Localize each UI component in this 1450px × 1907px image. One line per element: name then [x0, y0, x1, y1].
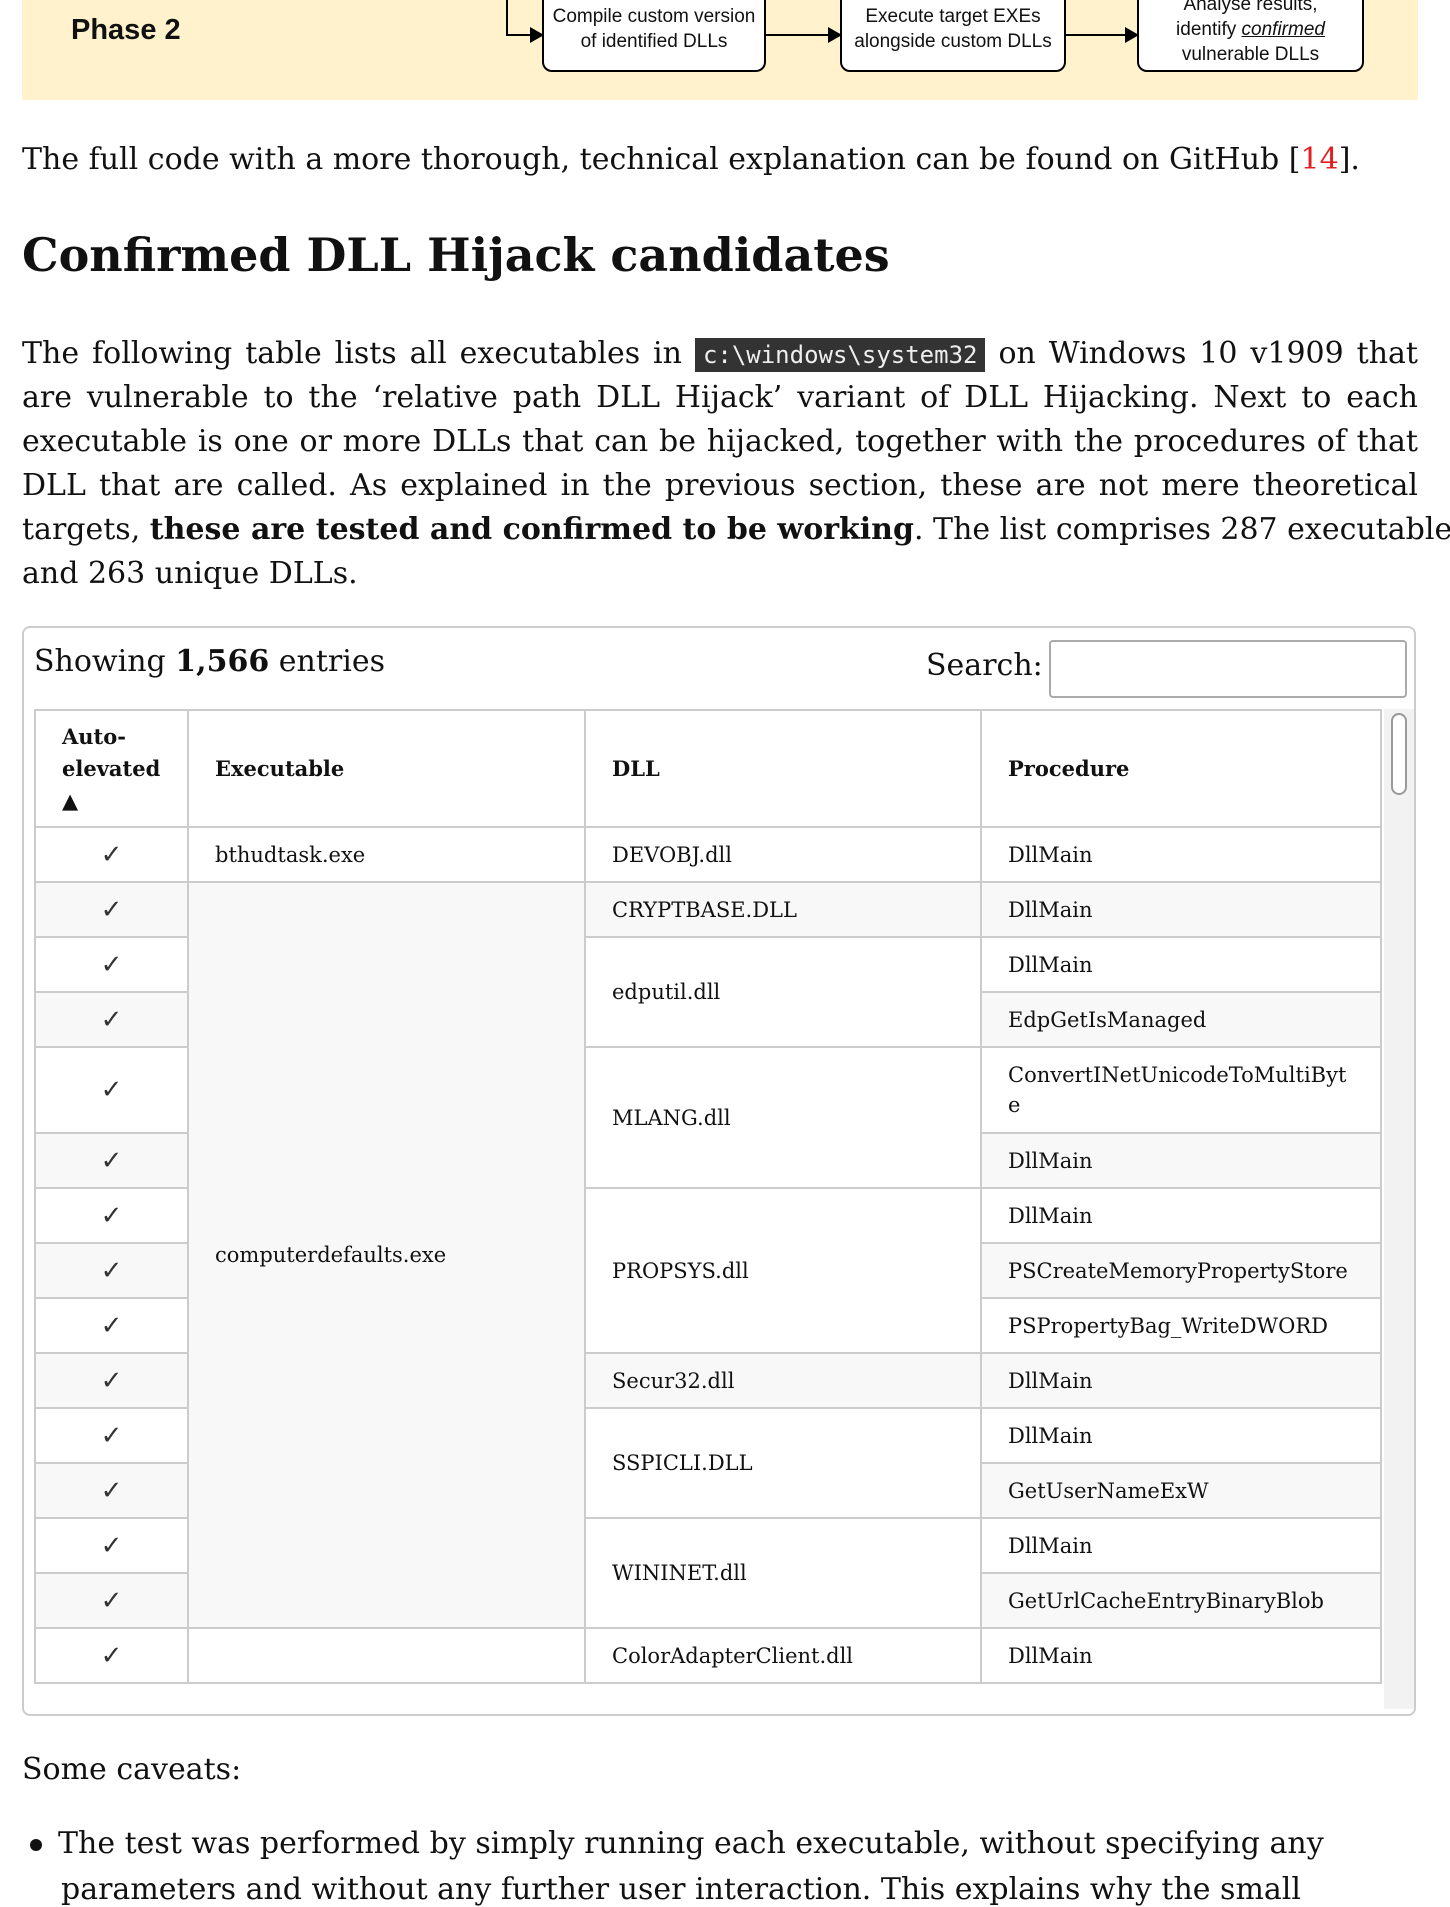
table-row: ✓ bthudtask.exe DEVOBJ.dll DllMain: [34, 826, 1382, 883]
check-icon: ✓: [34, 1352, 189, 1409]
dll-cell: WININET.dll: [584, 1517, 982, 1629]
check-icon: ✓: [34, 1572, 189, 1629]
procedure-cell: DllMain: [980, 1187, 1382, 1244]
step-text: identify: [1176, 18, 1242, 40]
table-row: ✓ ColorAdapterClient.dll DllMain: [34, 1627, 1382, 1684]
check-icon: ✓: [34, 1627, 189, 1684]
table-row: ✓ computerdefaults.exe CRYPTBASE.DLL DllMai…: [34, 881, 1382, 1629]
description-paragraph: The following table lists all executable…: [22, 332, 1450, 596]
text-line: and 263 unique DLLs.: [22, 556, 358, 591]
intro-paragraph: The full code with a more thorough, tech…: [22, 142, 1418, 177]
caveats-heading: Some caveats:: [22, 1752, 242, 1787]
text-line: The following table lists all executable…: [22, 336, 1418, 372]
procedure-cell: DllMain: [980, 1517, 1382, 1574]
dll-cell: PROPSYS.dll: [584, 1187, 982, 1354]
text-line: executable is one or more DLLs that can …: [22, 424, 1418, 459]
arrow-icon: [1066, 27, 1139, 43]
check-icon: ✓: [34, 1046, 189, 1134]
dll-cell: DEVOBJ.dll: [584, 826, 982, 883]
check-icon: ✓: [34, 991, 189, 1048]
step-text: of identified DLLs: [580, 31, 728, 52]
step-text: alongside custom DLLs: [854, 31, 1052, 52]
dll-cell: edputil.dll: [584, 936, 982, 1048]
text-line: are vulnerable to the ‘relative path DLL…: [22, 380, 1418, 415]
procedure-cell: PSPropertyBag_WriteDWORD: [980, 1297, 1382, 1354]
arrow-icon: [506, 27, 544, 43]
step-text: vulnerable DLLs: [1181, 43, 1320, 65]
intro-end: ].: [1338, 142, 1360, 177]
procedure-cell: DllMain: [980, 936, 1382, 993]
procedure-cell: GetUrlCacheEntryBinaryBlob: [980, 1572, 1382, 1629]
check-icon: ✓: [34, 826, 189, 883]
flow-step-execute: Execute target EXEs alongside custom DLLs: [840, 0, 1066, 72]
arrow-icon: [766, 27, 842, 43]
procedure-cell: PSCreateMemoryPropertyStore: [980, 1242, 1382, 1299]
procedure-cell: ConvertINetUnicodeToMultiByte: [980, 1046, 1382, 1134]
bullet-icon: [30, 1839, 42, 1851]
caveat-list-item: The test was performed by simply running…: [30, 1826, 1324, 1861]
intro-text: The full code with a more thorough, tech…: [22, 142, 1301, 177]
procedure-cell: DllMain: [980, 1407, 1382, 1464]
check-icon: ✓: [34, 1462, 189, 1519]
text-line: targets, these are tested and confirmed …: [22, 512, 1450, 547]
step-emphasis: confirmed: [1241, 18, 1325, 40]
procedure-cell: DllMain: [980, 1627, 1382, 1684]
flow-connector: [506, 0, 508, 36]
dll-cell: MLANG.dll: [584, 1046, 982, 1189]
procedure-cell: DllMain: [980, 826, 1382, 883]
procedure-cell: DllMain: [980, 1352, 1382, 1409]
dll-cell: ColorAdapterClient.dll: [584, 1627, 982, 1684]
reference-link[interactable]: 14: [1301, 142, 1339, 177]
check-icon: ✓: [34, 881, 189, 938]
sort-ascending-icon: ▲: [62, 787, 79, 813]
check-icon: ✓: [34, 1517, 189, 1574]
dll-cell: SSPICLI.DLL: [584, 1407, 982, 1519]
check-icon: ✓: [34, 1187, 189, 1244]
check-icon: ✓: [34, 1132, 189, 1189]
column-header-executable[interactable]: Executable: [187, 709, 586, 828]
caveat-text-continued: parameters and without any further user …: [61, 1872, 1301, 1907]
check-icon: ✓: [34, 1297, 189, 1354]
dll-hijack-table-widget: Showing 1,566 entries Search: Auto-eleva…: [22, 626, 1416, 1716]
code-path: c:\windows\system32: [694, 338, 986, 372]
hijack-table: Auto-elevated ▲ Executable DLL Procedure …: [34, 709, 1382, 1684]
step-text: Analyse results,: [1183, 0, 1318, 15]
column-header-procedure[interactable]: Procedure: [980, 709, 1382, 828]
column-header-auto-elevated[interactable]: Auto-elevated ▲: [34, 709, 189, 828]
check-icon: ✓: [34, 1242, 189, 1299]
executable-cell: bthudtask.exe: [187, 826, 586, 883]
step-text: Execute target EXEs: [865, 6, 1041, 27]
entries-count: Showing 1,566 entries: [34, 644, 385, 679]
search-label: Search:: [926, 648, 1043, 683]
text-line: DLL that are called. As explained in the…: [22, 468, 1418, 503]
flow-step-compile: Compile custom version of identified DLLs: [542, 0, 766, 72]
search-input[interactable]: [1049, 640, 1407, 698]
procedure-cell: DllMain: [980, 1132, 1382, 1189]
executable-cell: computerdefaults.exe: [187, 881, 586, 1629]
dll-cell: Secur32.dll: [584, 1352, 982, 1409]
vertical-scrollbar[interactable]: [1384, 709, 1414, 1709]
section-heading: Confirmed DLL Hijack candidates: [22, 228, 890, 282]
dll-cell: CRYPTBASE.DLL: [584, 881, 982, 938]
scrollbar-thumb[interactable]: [1391, 713, 1407, 795]
procedure-cell: GetUserNameExW: [980, 1462, 1382, 1519]
procedure-cell: DllMain: [980, 881, 1382, 938]
phase-label: Phase 2: [71, 14, 181, 46]
check-icon: ✓: [34, 936, 189, 993]
table-scroll-area[interactable]: Auto-elevated ▲ Executable DLL Procedure …: [34, 709, 1414, 1709]
column-header-dll[interactable]: DLL: [584, 709, 982, 828]
step-text: Compile custom version: [552, 6, 756, 27]
flow-step-analyse: Analyse results, identify confirmed vulner…: [1137, 0, 1364, 72]
procedure-cell: EdpGetIsManaged: [980, 991, 1382, 1048]
executable-cell: [187, 1627, 586, 1684]
check-icon: ✓: [34, 1407, 189, 1464]
caveat-text: The test was performed by simply running…: [58, 1826, 1324, 1861]
